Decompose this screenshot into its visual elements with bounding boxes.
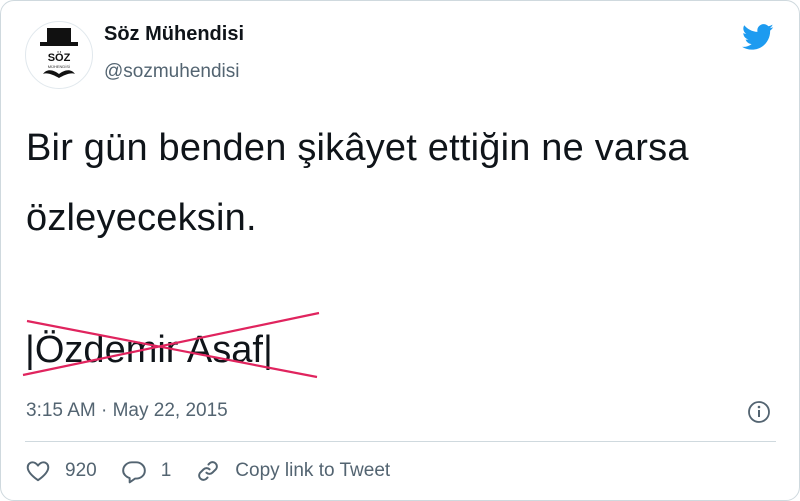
author-name[interactable]: Söz Mühendisi	[104, 23, 244, 46]
copy-link-label: Copy link to Tweet	[235, 460, 391, 481]
action-bar: 920 1 Copy link to Tweet	[25, 456, 414, 486]
tweet-text: Bir gün benden şikâyet ettiğin ne varsa …	[26, 127, 689, 239]
heart-icon	[26, 461, 50, 482]
reply-count: 1	[160, 460, 172, 481]
tweet-timestamp[interactable]: 3:15 AM · May 22, 2015	[26, 400, 228, 422]
copy-link-button[interactable]: Copy link to Tweet	[195, 458, 390, 484]
tweet-card: SÖZ MÜHENDİSİ Söz Mühendisi @sozmuhendis…	[0, 0, 800, 501]
tweet-time: 3:15 AM	[26, 400, 96, 421]
like-button[interactable]: 920	[25, 458, 97, 484]
reply-bubble-icon	[121, 461, 146, 484]
strike-through-mark	[22, 311, 320, 379]
avatar[interactable]: SÖZ MÜHENDİSİ	[25, 21, 93, 89]
author-handle[interactable]: @sozmuhendisi	[104, 61, 239, 83]
avatar-logo-icon: SÖZ MÜHENDİSİ	[40, 28, 78, 78]
divider	[25, 441, 776, 442]
timestamp-separator: ·	[101, 400, 108, 421]
tweet-date: May 22, 2015	[112, 400, 228, 421]
avatar-subtitle: MÜHENDİSİ	[48, 64, 70, 69]
info-icon[interactable]	[747, 400, 771, 424]
like-count: 920	[65, 460, 97, 481]
reply-button[interactable]: 1	[121, 458, 172, 484]
twitter-bird-icon[interactable]	[740, 21, 776, 53]
link-icon	[198, 461, 219, 481]
avatar-title: SÖZ	[48, 51, 71, 64]
